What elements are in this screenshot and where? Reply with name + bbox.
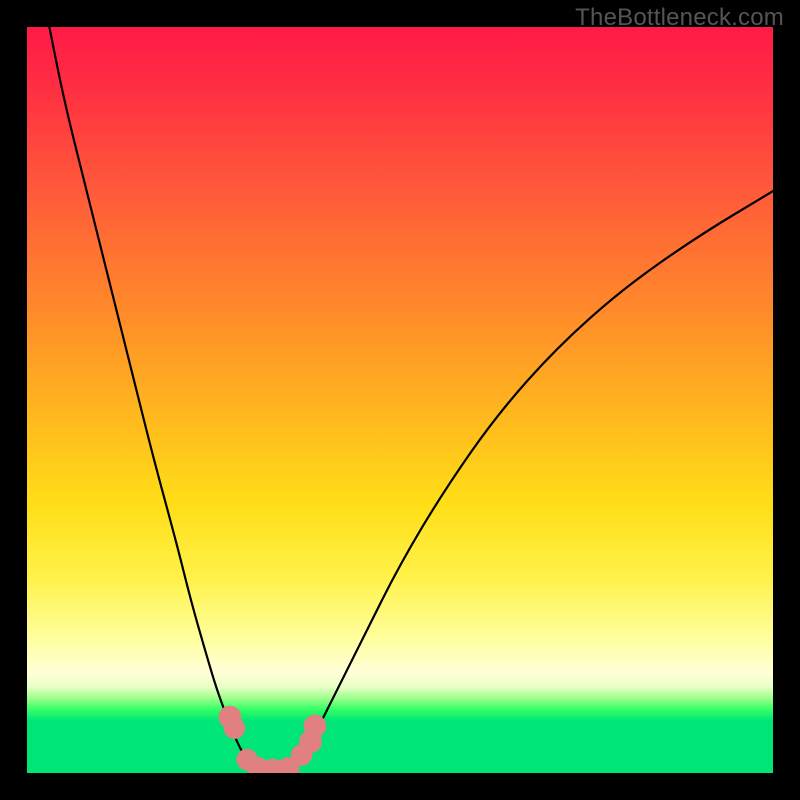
bottleneck-curve xyxy=(49,27,773,773)
plot-area xyxy=(27,27,773,773)
chart-stage: TheBottleneck.com xyxy=(0,0,800,800)
data-marker xyxy=(224,718,245,739)
data-marker xyxy=(304,715,327,738)
curve-layer xyxy=(27,27,773,773)
